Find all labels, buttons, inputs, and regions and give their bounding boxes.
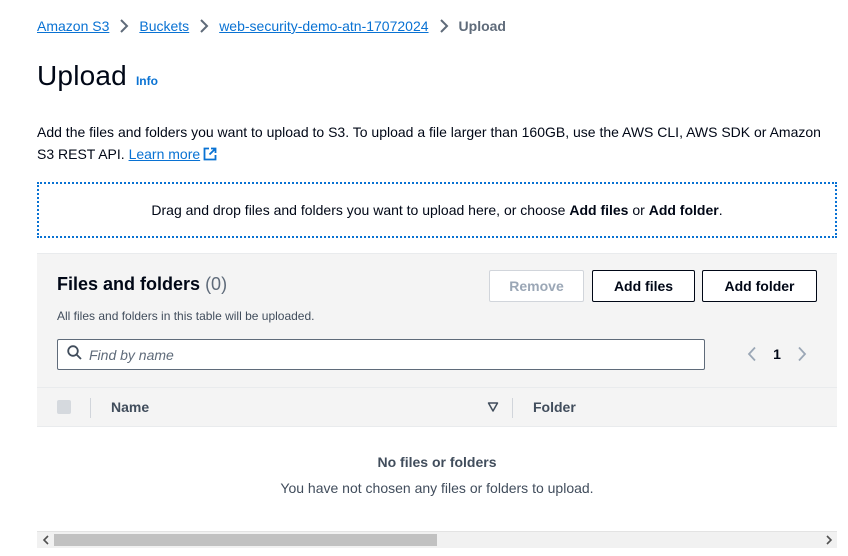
chevron-right-icon (432, 19, 456, 33)
learn-more-link[interactable]: Learn more (129, 146, 218, 162)
panel-title-text: Files and folders (57, 274, 201, 294)
info-link[interactable]: Info (136, 74, 158, 88)
table-header: Name Folder (37, 388, 837, 427)
pagination: 1 (741, 343, 813, 365)
select-all-checkbox[interactable] (57, 400, 71, 414)
panel-title: Files and folders (0) (57, 274, 227, 294)
drop-zone-add-folder: Add folder (648, 202, 719, 218)
drop-zone-add-files: Add files (569, 202, 629, 218)
page-title: Upload (37, 60, 127, 91)
search-icon (67, 344, 82, 365)
column-header-name[interactable]: Name (111, 399, 149, 415)
breadcrumb-bucket-name[interactable]: web-security-demo-atn-17072024 (219, 18, 428, 34)
sort-descending-icon[interactable] (487, 400, 499, 418)
chevron-right-icon (112, 19, 136, 33)
chevron-right-icon (192, 19, 216, 33)
breadcrumb-current: Upload (458, 18, 506, 34)
add-folder-button[interactable]: Add folder (702, 270, 817, 302)
files-table: Name Folder No files or folders You have… (37, 387, 837, 550)
empty-state-title: No files or folders (377, 454, 497, 470)
chevron-right-icon[interactable] (791, 343, 813, 365)
breadcrumb-amazon-s3[interactable]: Amazon S3 (37, 18, 109, 34)
drop-zone-or: or (628, 202, 649, 218)
page-description: Add the files and folders you want to up… (37, 121, 837, 167)
scroll-left-icon[interactable] (37, 532, 54, 548)
column-header-folder[interactable]: Folder (533, 399, 576, 415)
drop-zone-text: Drag and drop files and folders you want… (151, 202, 722, 218)
learn-more-label: Learn more (128, 146, 201, 162)
search-field[interactable] (57, 339, 705, 370)
drop-zone-prefix: Drag and drop files and folders you want… (151, 202, 570, 218)
scrollbar-thumb[interactable] (54, 534, 437, 546)
page-header: Upload Info (37, 60, 158, 92)
drop-zone-period: . (718, 202, 723, 218)
search-input[interactable] (89, 346, 669, 363)
files-panel: Files and folders (0) All files and fold… (37, 253, 837, 550)
breadcrumb: Amazon S3 Buckets web-security-demo-atn-… (37, 18, 506, 34)
add-files-button[interactable]: Add files (592, 270, 695, 302)
empty-state-message: You have not chosen any files or folders… (280, 480, 594, 496)
column-divider (90, 398, 91, 418)
external-link-icon (203, 145, 217, 167)
horizontal-scrollbar[interactable] (37, 531, 837, 548)
drop-zone[interactable]: Drag and drop files and folders you want… (37, 182, 837, 238)
page-number[interactable]: 1 (763, 346, 791, 362)
panel-subtitle: All files and folders in this table will… (57, 309, 315, 323)
breadcrumb-buckets[interactable]: Buckets (139, 18, 189, 34)
scroll-right-icon[interactable] (820, 532, 837, 548)
panel-count: (0) (205, 274, 228, 294)
chevron-left-icon[interactable] (741, 343, 763, 365)
panel-header: Files and folders (0) (57, 274, 227, 295)
remove-button[interactable]: Remove (489, 270, 584, 302)
column-resizer[interactable] (512, 398, 513, 418)
